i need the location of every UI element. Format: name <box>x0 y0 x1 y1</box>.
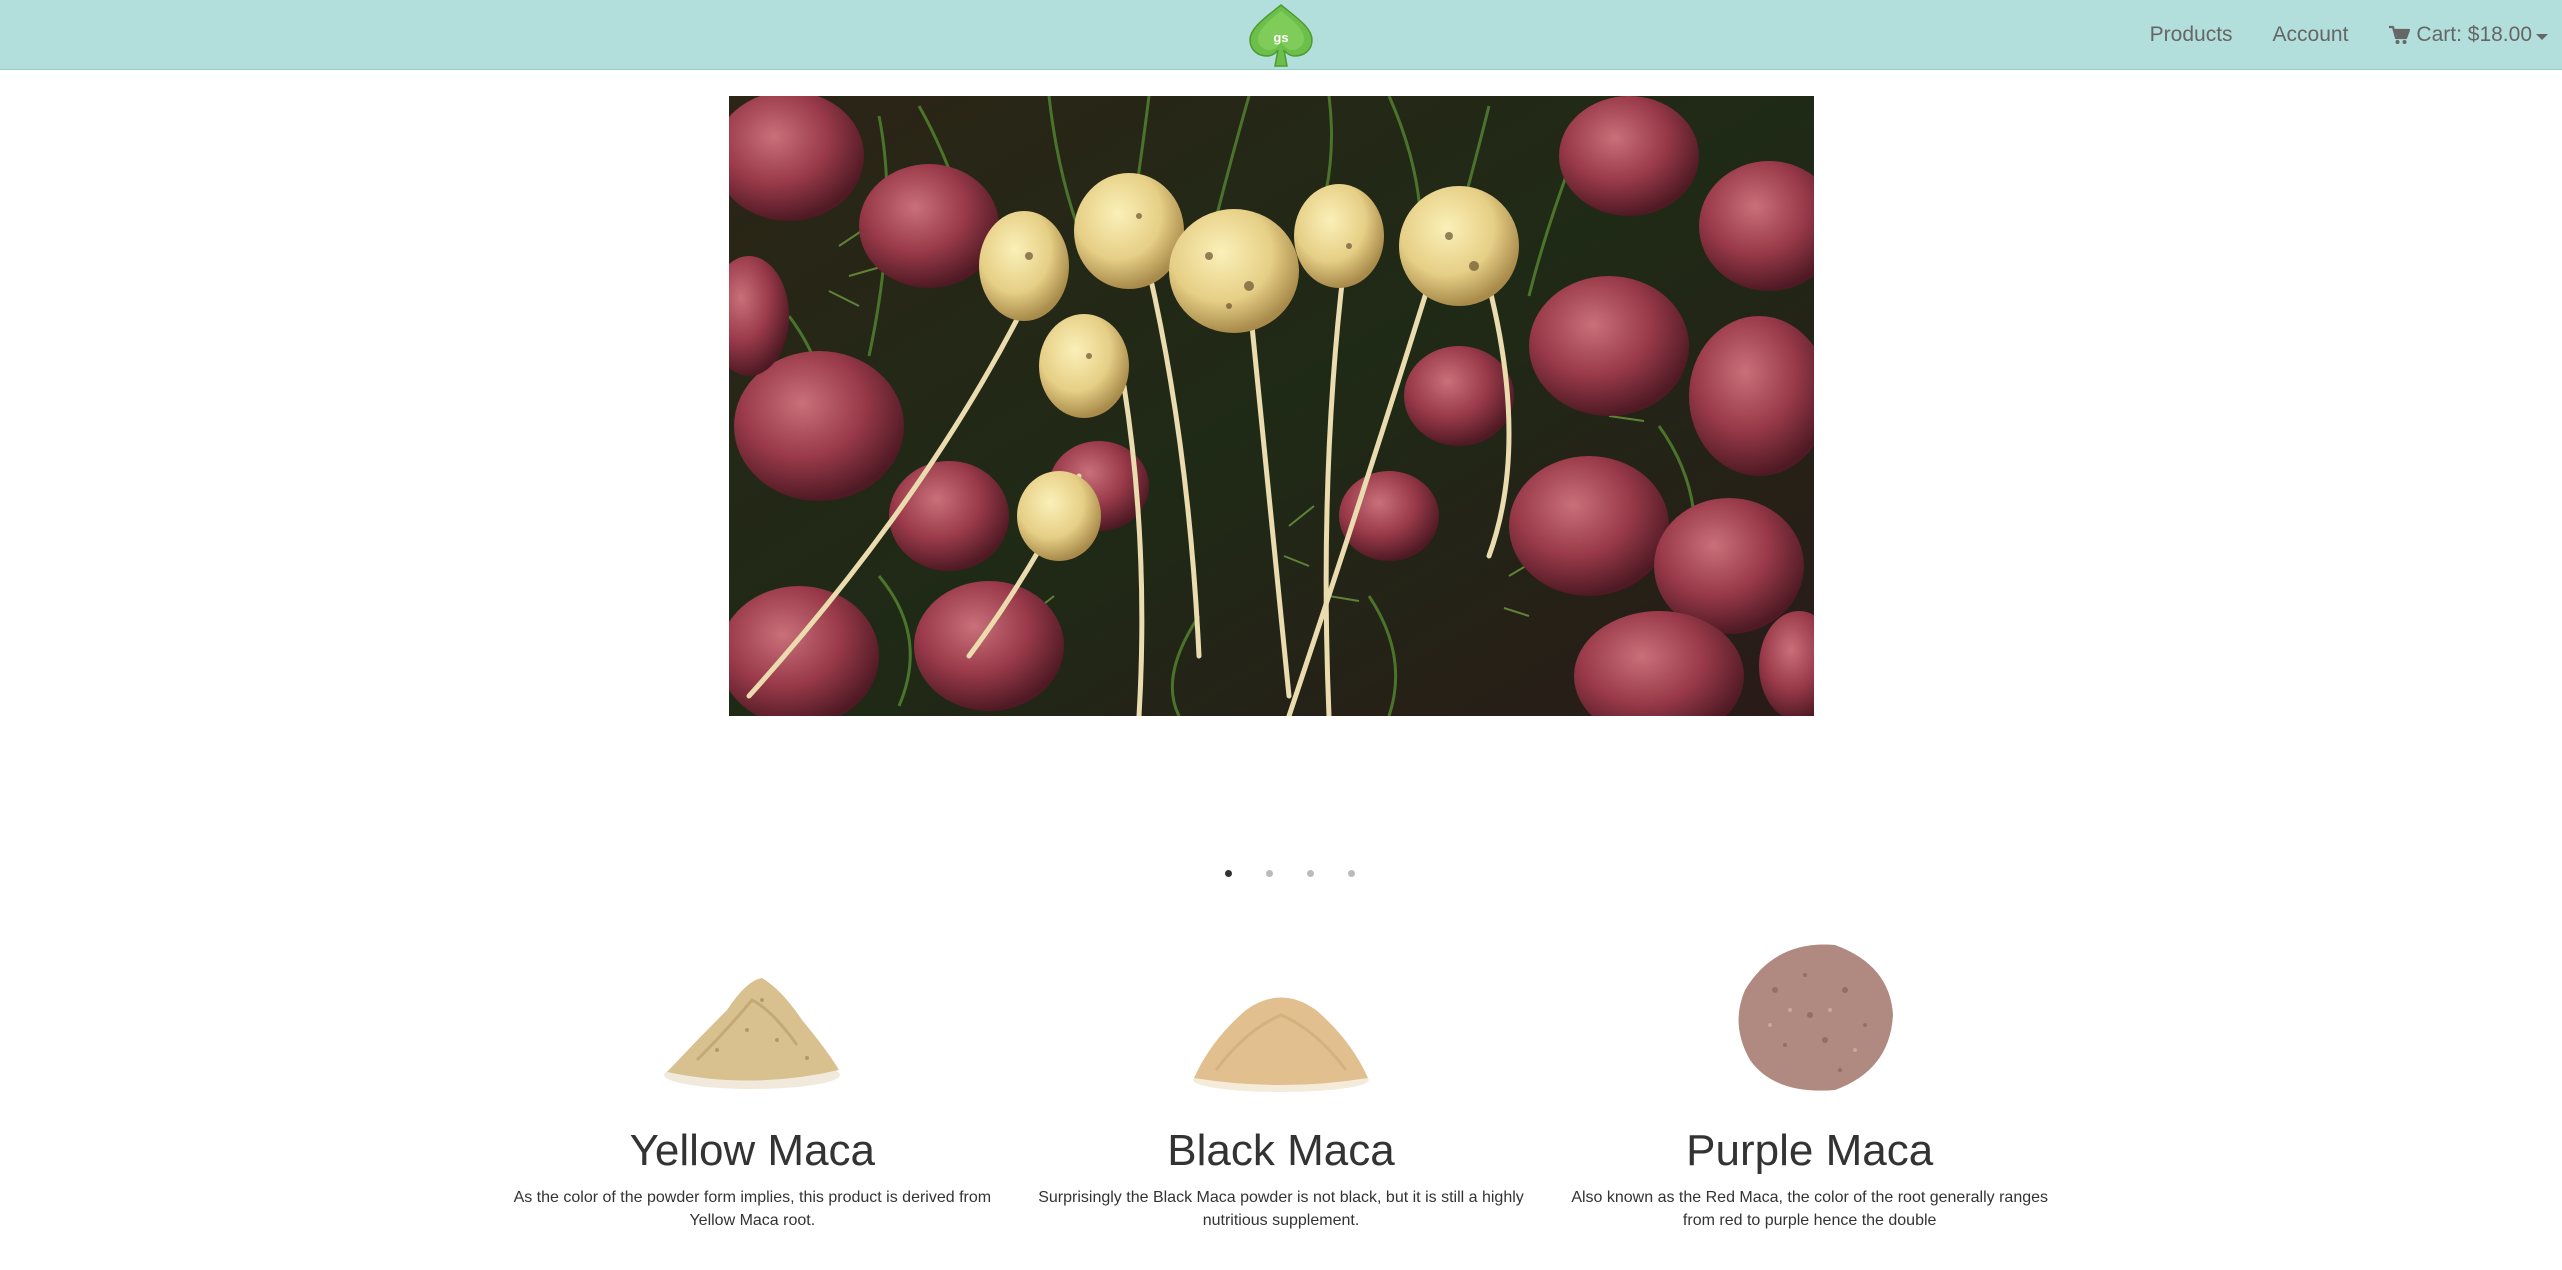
carousel-indicator-1[interactable] <box>1208 866 1249 880</box>
shopping-cart-icon <box>2388 25 2411 45</box>
brand-logo[interactable]: gs <box>1245 2 1317 68</box>
carousel-indicators <box>1208 866 1372 880</box>
carousel-indicator-2[interactable] <box>1249 866 1290 880</box>
product-list: Yellow Maca As the color of the powder f… <box>488 930 2074 1232</box>
product-card-yellow-maca: Yellow Maca As the color of the powder f… <box>488 930 1017 1232</box>
product-title[interactable]: Yellow Maca <box>630 1124 875 1178</box>
top-navbar: gs Products Account Cart: $18.00 <box>0 0 2562 70</box>
nav-account-label: Account <box>2272 23 2349 46</box>
hero-carousel-slide[interactable] <box>729 96 1814 716</box>
purple-maca-powder-image[interactable] <box>1715 930 1905 1100</box>
maca-roots-image <box>729 96 1814 716</box>
carousel-indicator-3[interactable] <box>1290 866 1331 880</box>
nav-products-link[interactable]: Products <box>2130 23 2253 47</box>
product-title[interactable]: Purple Maca <box>1686 1124 1933 1178</box>
product-card-purple-maca: Purple Maca Also known as the Red Maca, … <box>1545 930 2074 1232</box>
nav-products-label: Products <box>2149 23 2233 46</box>
product-description: Surprisingly the Black Maca powder is no… <box>1038 1189 1524 1229</box>
cart-total-label: Cart: $18.00 <box>2416 23 2532 46</box>
cart-dropdown[interactable]: Cart: $18.00 <box>2368 23 2548 47</box>
main-nav: Products Account Cart: $18.00 <box>2130 0 2548 70</box>
chevron-down-icon <box>2536 33 2548 40</box>
product-title[interactable]: Black Maca <box>1167 1124 1394 1178</box>
product-description: Also known as the Red Maca, the color of… <box>1571 1189 2049 1229</box>
yellow-maca-powder-image[interactable] <box>657 930 847 1100</box>
carousel-indicator-4[interactable] <box>1331 866 1372 880</box>
product-card-black-maca: Black Maca Surprisingly the Black Maca p… <box>1017 930 1546 1232</box>
black-maca-powder-image[interactable] <box>1186 930 1376 1100</box>
logo-text: gs <box>1273 30 1288 45</box>
product-description: As the color of the powder form implies,… <box>513 1189 992 1229</box>
nav-account-link[interactable]: Account <box>2253 23 2369 47</box>
